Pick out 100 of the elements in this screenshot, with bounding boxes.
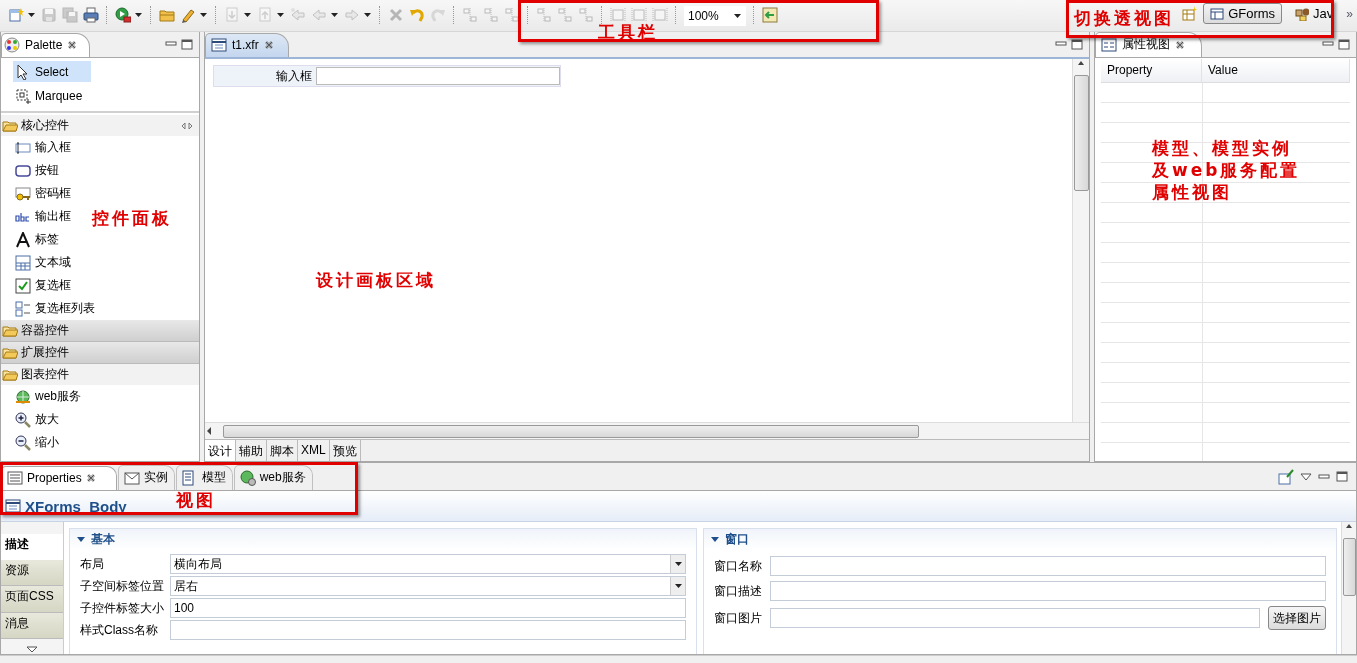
close-icon[interactable]	[85, 473, 96, 483]
minimize-icon[interactable]	[1322, 39, 1334, 49]
tab-title: web服务	[259, 469, 306, 486]
tab-title: 模型	[201, 469, 226, 486]
caret-icon	[673, 582, 683, 590]
zoom-out-icon	[15, 434, 31, 451]
view-tab[interactable]: Properties	[1, 466, 117, 490]
side-tab[interactable]: 消息	[1, 612, 63, 639]
column-header[interactable]: Property	[1101, 59, 1202, 82]
drawer-header[interactable]: 扩展控件	[1, 342, 199, 364]
close-icon[interactable]	[263, 40, 274, 50]
zoom-dropdown[interactable]: 100%	[684, 6, 746, 26]
caret-icon[interactable]	[27, 11, 36, 19]
horizontal-scrollbar[interactable]	[205, 422, 1089, 439]
minimize-icon[interactable]	[1055, 39, 1067, 49]
close-icon[interactable]	[1175, 39, 1185, 50]
toolbar-button[interactable]	[6, 6, 38, 24]
annotation-text: 属性视图	[1152, 181, 1233, 203]
vertical-scrollbar[interactable]	[1072, 59, 1089, 422]
property-view-tab[interactable]: 属性视图	[1095, 32, 1202, 57]
annotation-text: 模型、模型实例	[1152, 137, 1293, 159]
field-label: 子空间标签位置	[80, 577, 165, 595]
form-icon	[5, 498, 21, 514]
properties-icon	[1101, 36, 1117, 53]
maximize-icon[interactable]	[1338, 39, 1350, 50]
column-header[interactable]: Value	[1202, 59, 1350, 82]
input-field[interactable]: 100	[170, 598, 686, 618]
palette-item[interactable]: 按钮	[1, 159, 63, 182]
perspective-button[interactable]: GForms	[1203, 3, 1283, 24]
view-menu-icon[interactable]	[1300, 471, 1312, 482]
caret-icon[interactable]	[134, 11, 143, 19]
dotted-square-icon	[15, 87, 31, 104]
drawer-header[interactable]: 核心控件	[1, 115, 199, 136]
minimize-icon[interactable]	[1318, 471, 1330, 482]
pin-arrows-icon[interactable]	[181, 121, 193, 130]
palette-item[interactable]: 文本域	[1, 251, 75, 274]
view-tab[interactable]: web服务	[233, 465, 313, 490]
palette-item[interactable]: 放大	[1, 408, 63, 431]
minimize-icon[interactable]	[165, 39, 177, 49]
table-icon	[1210, 6, 1225, 21]
annotation-text: 切换透视图	[1074, 7, 1174, 29]
input-field[interactable]	[316, 67, 560, 85]
editor-mode-tab[interactable]: 预览	[329, 440, 361, 461]
run-icon[interactable]	[115, 7, 131, 23]
palette-item[interactable]: 标签	[1, 228, 63, 251]
panel-title: XForms_Body	[25, 497, 127, 515]
drawer-header[interactable]: 容器控件	[1, 320, 199, 342]
palette-item[interactable]: 缩小	[1, 431, 63, 454]
palette-tool[interactable]: Marquee	[13, 85, 91, 106]
dropdown[interactable]: 居右	[170, 576, 686, 596]
editor-mode-tab[interactable]: 辅助	[236, 440, 267, 461]
package-icon	[1295, 6, 1310, 21]
caret-icon[interactable]	[199, 11, 208, 19]
input-field[interactable]	[770, 556, 1326, 576]
caret-icon	[733, 12, 742, 20]
letter-a-icon	[15, 231, 31, 248]
more-perspectives-button[interactable]: »	[1346, 7, 1353, 21]
editor-tab[interactable]: t1.xfr	[205, 33, 289, 57]
pen-icon[interactable]	[180, 7, 196, 23]
text-field-icon	[15, 139, 31, 156]
maximize-icon[interactable]	[181, 39, 193, 50]
drawer-header[interactable]: 图表控件	[1, 364, 199, 385]
tab-title: Properties	[27, 471, 82, 485]
annotation-text: 视图	[176, 489, 216, 511]
view-tab[interactable]: 实例	[117, 465, 175, 490]
palette-tool[interactable]: Select	[13, 61, 91, 82]
close-icon[interactable]	[67, 40, 78, 50]
input-field[interactable]	[170, 620, 686, 640]
palette-item[interactable]: 输入框	[1, 136, 75, 159]
palette-item[interactable]: 密码框	[1, 182, 75, 205]
side-tab[interactable]: 资源	[1, 559, 63, 586]
field-label: 窗口名称	[714, 557, 763, 575]
annotation-text: 控件面板	[92, 207, 172, 229]
envelope-icon	[123, 469, 140, 486]
palette-tab[interactable]: Palette	[1, 33, 91, 57]
palette-item[interactable]: web服务	[1, 385, 85, 408]
key-icon	[15, 185, 31, 202]
input-field[interactable]	[770, 581, 1326, 601]
view-tab[interactable]: 模型	[175, 465, 233, 490]
open-perspective-icon[interactable]	[1181, 5, 1198, 22]
editor-mode-tab[interactable]: XML	[298, 440, 330, 461]
maximize-icon[interactable]	[1071, 39, 1083, 50]
editor-mode-tab[interactable]: 脚本	[267, 440, 298, 461]
palette-item[interactable]: 复选框	[1, 274, 75, 297]
vertical-scrollbar[interactable]	[1341, 522, 1356, 654]
input-field[interactable]	[770, 608, 1260, 628]
side-tab[interactable]: 描述	[1, 534, 63, 560]
form-file-icon	[211, 37, 227, 53]
palette-item[interactable]: 复选框列表	[1, 297, 99, 320]
choose-image-button[interactable]: 选择图片	[1268, 606, 1326, 630]
field-label: 输入框	[275, 67, 313, 85]
pin-icon[interactable]	[1278, 468, 1294, 485]
editor-mode-tab[interactable]: 设计	[205, 440, 236, 461]
tab-title: Palette	[25, 38, 63, 52]
dropdown[interactable]: 横向布局	[170, 554, 686, 574]
list-icon	[7, 470, 23, 486]
side-tab[interactable]: 页面CSS	[1, 586, 63, 613]
toolbar-button[interactable]	[113, 6, 145, 24]
maximize-icon[interactable]	[1336, 471, 1348, 482]
palette-item[interactable]: 输出框	[1, 205, 75, 228]
